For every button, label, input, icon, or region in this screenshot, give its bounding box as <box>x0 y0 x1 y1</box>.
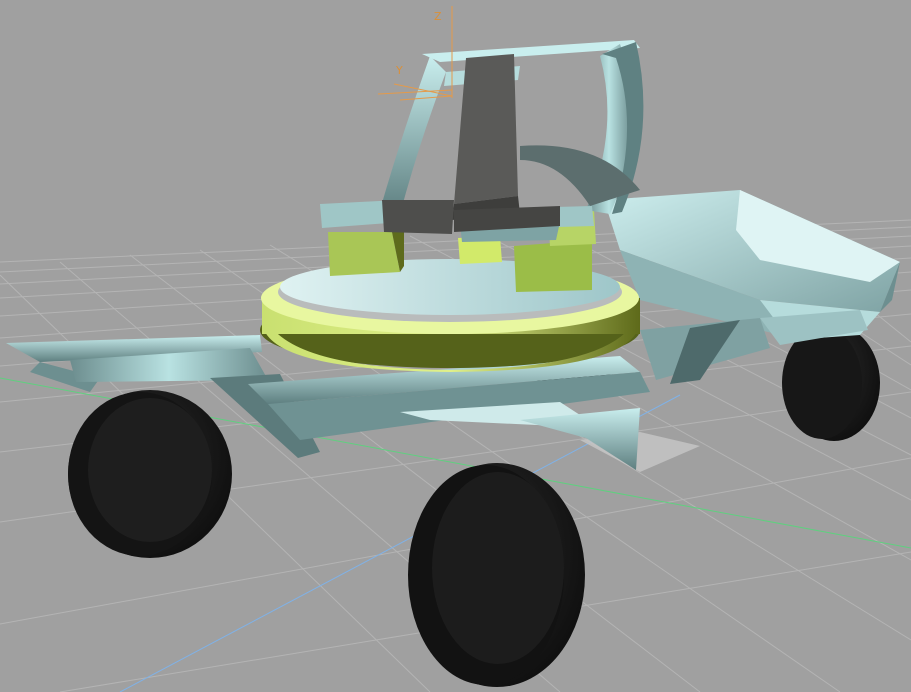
wheel-front-right[interactable] <box>408 463 585 687</box>
wheel-front-left[interactable] <box>68 390 232 558</box>
gizmo-y-label: Y <box>395 64 403 77</box>
viewport-canvas[interactable]: Z Y <box>0 0 911 692</box>
wheel-rear-right[interactable] <box>782 325 880 441</box>
3d-viewport[interactable]: Z Y <box>0 0 911 692</box>
gizmo-z-label: Z <box>434 10 442 23</box>
